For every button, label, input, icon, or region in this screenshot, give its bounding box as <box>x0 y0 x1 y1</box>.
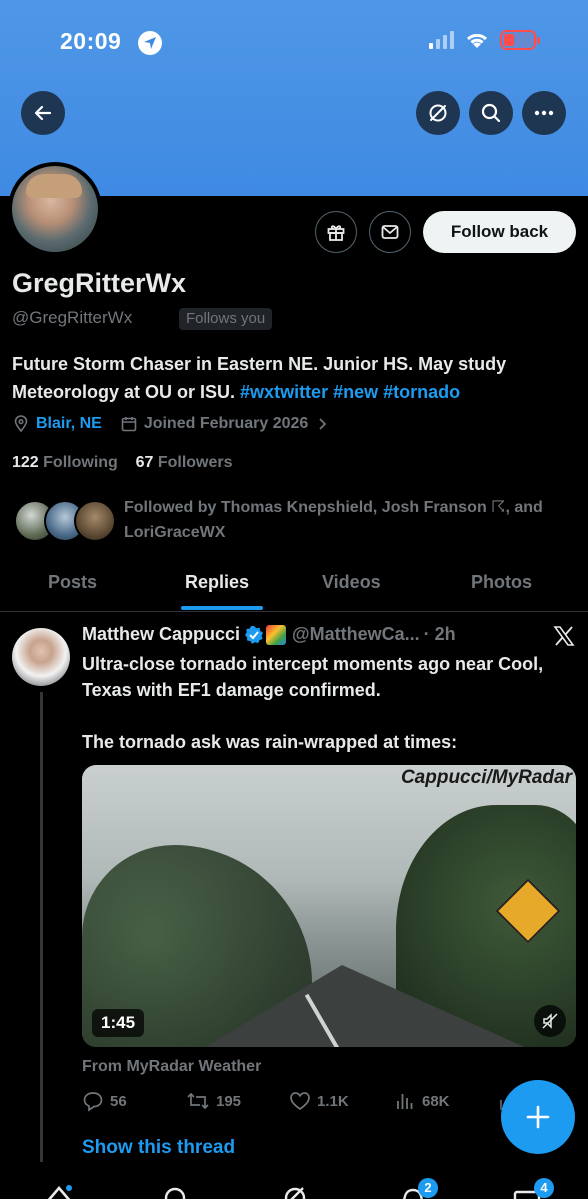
verified-badge-icon <box>245 625 264 644</box>
active-tab-indicator <box>181 606 263 610</box>
repost-action[interactable]: 195 <box>186 1090 241 1112</box>
like-action[interactable]: 1.1K <box>289 1090 349 1112</box>
hashtag-link[interactable]: #new <box>333 382 378 402</box>
followed-by-text[interactable]: Followed by Thomas Knepshield, Josh Fran… <box>124 495 580 545</box>
profile-tabs: Posts Replies Videos Photos <box>0 560 588 612</box>
gift-icon <box>327 225 345 241</box>
follow-back-button[interactable]: Follow back <box>423 211 576 253</box>
tweet-timestamp[interactable]: · 2h <box>424 624 456 645</box>
video-road <box>192 965 542 1047</box>
followers-link[interactable]: 67 Followers <box>136 454 233 471</box>
tab-posts[interactable]: Posts <box>48 572 97 593</box>
tab-videos[interactable]: Videos <box>322 572 381 593</box>
affiliate-badge-icon <box>266 624 287 645</box>
media-source[interactable]: From MyRadar Weather <box>82 1058 261 1076</box>
reply-icon <box>83 1092 103 1112</box>
more-icon <box>534 110 554 116</box>
grok-button[interactable] <box>416 91 460 135</box>
home-icon[interactable] <box>44 1184 74 1199</box>
thread-line <box>40 692 43 1162</box>
follows-you-badge: Follows you <box>179 308 273 330</box>
notifications-badge: 2 <box>418 1178 438 1198</box>
display-name: GregRitterWx <box>12 268 187 298</box>
cellular-signal-icon <box>429 31 454 49</box>
message-button[interactable] <box>369 211 411 253</box>
plus-icon <box>526 1105 550 1129</box>
media-watermark: Cappucci/MyRadar <box>400 767 572 788</box>
tweet-author-avatar[interactable] <box>12 628 70 686</box>
location-link[interactable]: Blair, NE <box>36 415 102 433</box>
status-indicators <box>429 30 540 50</box>
avatar <box>74 500 116 542</box>
tweet-text[interactable]: Ultra-close tornado intercept moments ag… <box>82 651 572 755</box>
location-pin-icon <box>14 415 28 433</box>
status-time: 20:09 <box>60 28 122 54</box>
grok-icon <box>429 104 447 122</box>
reply-action[interactable]: 56 <box>82 1090 127 1112</box>
gift-button[interactable] <box>315 211 357 253</box>
wifi-icon <box>466 33 488 48</box>
tweet-author-handle[interactable]: @MatthewCa... <box>292 624 420 645</box>
more-options-button[interactable] <box>522 91 566 135</box>
search-button[interactable] <box>469 91 513 135</box>
search-icon <box>481 103 501 123</box>
chevron-right-icon[interactable] <box>314 416 330 432</box>
search-nav-icon[interactable] <box>160 1184 190 1199</box>
muted-speaker-icon <box>542 1013 558 1029</box>
follow-counts: 122 Following 67 Followers <box>12 454 233 472</box>
messages-badge: 4 <box>534 1178 554 1198</box>
envelope-icon <box>381 225 399 239</box>
tweet-header: Matthew Cappucci @MatthewCa... · 2h <box>82 624 456 645</box>
location-arrow-icon <box>138 31 162 55</box>
tweet-author-name[interactable]: Matthew Cappucci <box>82 624 240 645</box>
views-chart-icon <box>397 1094 413 1109</box>
x-logo-icon <box>553 626 575 646</box>
mute-button[interactable] <box>534 1005 566 1037</box>
back-button[interactable] <box>21 91 65 135</box>
mutual-followers-avatars[interactable] <box>14 500 116 544</box>
tweet-video[interactable]: Cappucci/MyRadar 1:45 <box>82 765 576 1047</box>
profile-handle: @GregRitterWx <box>12 308 133 327</box>
hashtag-link[interactable]: #wxtwitter <box>240 382 328 402</box>
video-duration: 1:45 <box>92 1009 145 1037</box>
joined-date: Joined February 2026 <box>143 415 309 432</box>
battery-icon <box>500 30 540 50</box>
show-thread-link[interactable]: Show this thread <box>82 1137 235 1159</box>
profile-meta: Blair, NE Joined February 2026 <box>12 415 330 433</box>
grok-nav-icon[interactable] <box>280 1184 310 1199</box>
tweet-actions: 56 195 1.1K 68K <box>82 1090 522 1118</box>
profile-bio: Future Storm Chaser in Eastern NE. Junio… <box>12 350 578 406</box>
tab-replies[interactable]: Replies <box>185 572 249 593</box>
repost-icon <box>187 1092 209 1110</box>
tab-photos[interactable]: Photos <box>471 572 532 593</box>
compose-button[interactable] <box>501 1080 575 1154</box>
hashtag-link[interactable]: #tornado <box>383 382 460 402</box>
views-action[interactable]: 68K <box>394 1090 450 1112</box>
following-link[interactable]: 122 Following <box>12 454 118 471</box>
back-arrow-icon <box>34 105 52 121</box>
heart-icon <box>290 1092 310 1111</box>
profile-avatar[interactable] <box>8 162 102 256</box>
bottom-nav <box>0 1176 588 1199</box>
calendar-icon <box>121 417 137 432</box>
